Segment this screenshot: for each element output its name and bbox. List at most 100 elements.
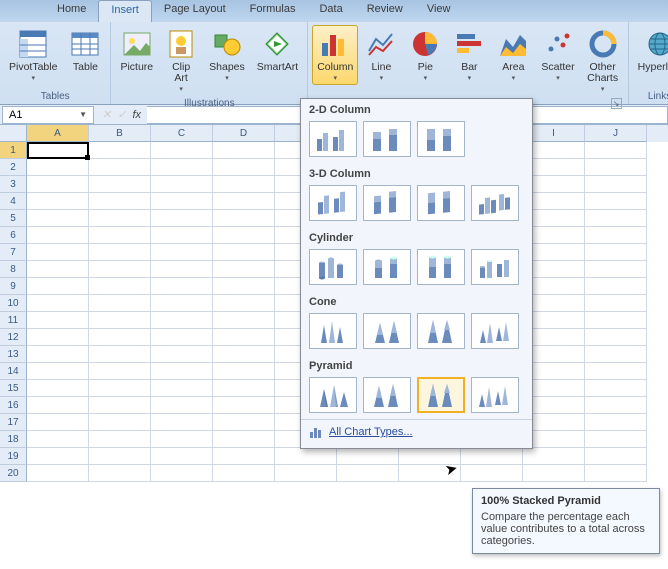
- cell[interactable]: [151, 278, 213, 295]
- cell[interactable]: [213, 397, 275, 414]
- cell[interactable]: [89, 448, 151, 465]
- cell[interactable]: [213, 380, 275, 397]
- chart-clustered-column[interactable]: [309, 121, 357, 157]
- tab-data[interactable]: Data: [307, 0, 354, 22]
- cell[interactable]: [27, 227, 89, 244]
- chart-100-stacked-cone[interactable]: [417, 313, 465, 349]
- cell[interactable]: [585, 261, 647, 278]
- cell[interactable]: [151, 346, 213, 363]
- chart-3d-cylinder[interactable]: [471, 249, 519, 285]
- row-header-17[interactable]: 17: [0, 414, 27, 431]
- cell[interactable]: [27, 363, 89, 380]
- row-header-13[interactable]: 13: [0, 346, 27, 363]
- cell[interactable]: [275, 465, 337, 482]
- chart-3d-stacked-column[interactable]: [363, 185, 411, 221]
- select-all-button[interactable]: [0, 125, 27, 142]
- cell[interactable]: [585, 465, 647, 482]
- cell[interactable]: [213, 193, 275, 210]
- cell[interactable]: [151, 312, 213, 329]
- chart-clustered-cylinder[interactable]: [309, 249, 357, 285]
- cell[interactable]: [585, 414, 647, 431]
- row-header-9[interactable]: 9: [0, 278, 27, 295]
- cell[interactable]: [585, 312, 647, 329]
- tab-page-layout[interactable]: Page Layout: [152, 0, 238, 22]
- cell[interactable]: [27, 210, 89, 227]
- chart-3d-column[interactable]: [471, 185, 519, 221]
- cell[interactable]: [27, 193, 89, 210]
- row-header-8[interactable]: 8: [0, 261, 27, 278]
- chart-100-stacked-column[interactable]: [417, 121, 465, 157]
- cell[interactable]: [585, 193, 647, 210]
- cell[interactable]: [27, 176, 89, 193]
- row-header-15[interactable]: 15: [0, 380, 27, 397]
- scatter-chart-button[interactable]: Scatter ▾: [536, 25, 579, 85]
- cell[interactable]: [585, 397, 647, 414]
- cell[interactable]: [27, 346, 89, 363]
- tab-review[interactable]: Review: [355, 0, 415, 22]
- chart-100-stacked-cylinder[interactable]: [417, 249, 465, 285]
- cell[interactable]: [27, 295, 89, 312]
- all-chart-types-link[interactable]: All Chart Types...: [329, 426, 413, 438]
- cell[interactable]: [27, 431, 89, 448]
- hyperlink-button[interactable]: Hyperlink: [633, 25, 668, 76]
- cell[interactable]: [213, 346, 275, 363]
- cell[interactable]: [89, 312, 151, 329]
- cell[interactable]: [213, 448, 275, 465]
- col-header-d[interactable]: D: [213, 125, 275, 142]
- cell[interactable]: [151, 448, 213, 465]
- cell[interactable]: [213, 227, 275, 244]
- cell[interactable]: [27, 397, 89, 414]
- cell[interactable]: [89, 397, 151, 414]
- cell[interactable]: [27, 312, 89, 329]
- chart-clustered-cone[interactable]: [309, 313, 357, 349]
- col-header-c[interactable]: C: [151, 125, 213, 142]
- row-header-5[interactable]: 5: [0, 210, 27, 227]
- bar-chart-button[interactable]: Bar ▾: [448, 25, 490, 85]
- col-header-j[interactable]: J: [585, 125, 647, 142]
- chart-3d-100-stacked-column[interactable]: [417, 185, 465, 221]
- cell[interactable]: [89, 210, 151, 227]
- cell[interactable]: [27, 244, 89, 261]
- cell[interactable]: [27, 261, 89, 278]
- row-header-11[interactable]: 11: [0, 312, 27, 329]
- cell[interactable]: [213, 465, 275, 482]
- cell[interactable]: [585, 380, 647, 397]
- line-chart-button[interactable]: Line ▾: [360, 25, 402, 85]
- cell[interactable]: [461, 465, 523, 482]
- chart-3d-pyramid[interactable]: [471, 377, 519, 413]
- chart-stacked-cone[interactable]: [363, 313, 411, 349]
- shapes-button[interactable]: Shapes ▾: [204, 25, 250, 85]
- cell[interactable]: [213, 278, 275, 295]
- cell[interactable]: [585, 278, 647, 295]
- cell[interactable]: [89, 465, 151, 482]
- table-button[interactable]: Table: [64, 25, 106, 76]
- cell[interactable]: [213, 431, 275, 448]
- cell[interactable]: [585, 431, 647, 448]
- cell[interactable]: [27, 329, 89, 346]
- cell[interactable]: [585, 295, 647, 312]
- cell[interactable]: [213, 210, 275, 227]
- cell[interactable]: [151, 465, 213, 482]
- row-header-18[interactable]: 18: [0, 431, 27, 448]
- cell[interactable]: [585, 244, 647, 261]
- tab-formulas[interactable]: Formulas: [238, 0, 308, 22]
- col-header-b[interactable]: B: [89, 125, 151, 142]
- pivottable-button[interactable]: PivotTable ▾: [4, 25, 62, 85]
- name-box[interactable]: A1 ▼: [2, 106, 94, 124]
- dropdown-arrow-icon[interactable]: ▼: [79, 110, 87, 119]
- cell[interactable]: [151, 431, 213, 448]
- cell[interactable]: [337, 465, 399, 482]
- picture-button[interactable]: Picture: [115, 25, 158, 76]
- cell[interactable]: [585, 159, 647, 176]
- cell[interactable]: [213, 363, 275, 380]
- cell[interactable]: [89, 380, 151, 397]
- cell[interactable]: [27, 414, 89, 431]
- cell[interactable]: [213, 142, 275, 159]
- cell[interactable]: [213, 295, 275, 312]
- cell[interactable]: [461, 448, 523, 465]
- row-header-12[interactable]: 12: [0, 329, 27, 346]
- cell[interactable]: [585, 176, 647, 193]
- cell[interactable]: [89, 295, 151, 312]
- column-chart-button[interactable]: Column ▾: [312, 25, 358, 85]
- chart-clustered-pyramid[interactable]: [309, 377, 357, 413]
